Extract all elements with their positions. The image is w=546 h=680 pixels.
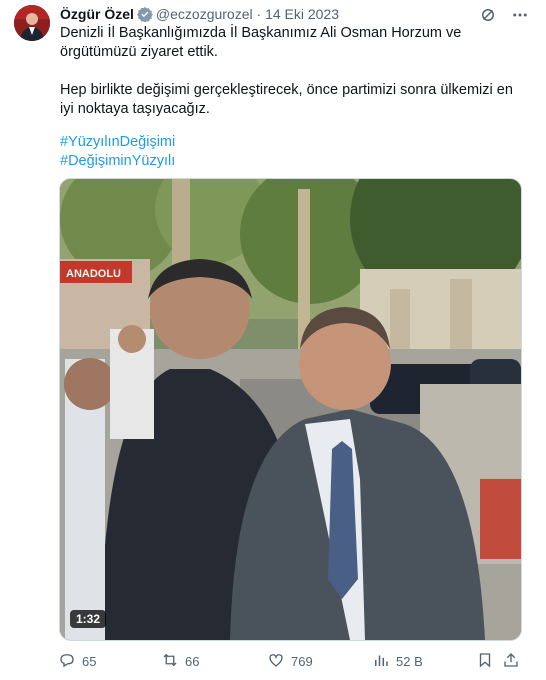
views-icon bbox=[372, 651, 390, 672]
bookmark-button[interactable] bbox=[476, 651, 494, 672]
share-button[interactable] bbox=[502, 651, 520, 672]
tweet-text: Denizli İl Başkanlığımızda İl Başkanımız… bbox=[60, 24, 530, 119]
signage-text: ANADOLU bbox=[66, 268, 121, 280]
repost-count: 66 bbox=[185, 654, 200, 669]
tweet-actions: 65 66 769 52 B bbox=[58, 651, 528, 671]
tweet-date[interactable]: 14 Eki 2023 bbox=[265, 6, 339, 22]
video-thumbnail: ANADOLU bbox=[60, 179, 521, 640]
video-player[interactable]: ANADOLU 1:32 bbox=[59, 178, 522, 641]
tweet-card[interactable]: Özgür Özel @eczozgurozel · 14 Eki 2023 De… bbox=[0, 0, 546, 680]
like-count: 769 bbox=[291, 654, 313, 669]
top-actions bbox=[478, 5, 530, 25]
tweet-paragraph-2: Hep birlikte değişimi gerçekleştirecek, … bbox=[60, 82, 513, 117]
like-icon bbox=[267, 651, 285, 672]
bookmark-icon bbox=[476, 651, 494, 672]
reply-icon bbox=[58, 651, 76, 672]
hashtag-link[interactable]: #YüzyılınDeğişimi bbox=[60, 133, 175, 152]
views-count: 52 B bbox=[396, 654, 423, 669]
reply-button[interactable]: 65 bbox=[58, 651, 96, 672]
separator-dot: · bbox=[256, 6, 262, 22]
repost-button[interactable]: 66 bbox=[161, 651, 199, 672]
more-icon[interactable] bbox=[510, 5, 530, 25]
repost-icon bbox=[161, 651, 179, 672]
tweet-header: Özgür Özel @eczozgurozel · 14 Eki 2023 bbox=[60, 6, 339, 26]
author-handle[interactable]: @eczozgurozel bbox=[156, 6, 253, 22]
grok-icon[interactable] bbox=[478, 5, 498, 25]
video-duration: 1:32 bbox=[70, 610, 107, 628]
views-button[interactable]: 52 B bbox=[372, 651, 423, 672]
author-name[interactable]: Özgür Özel bbox=[60, 6, 134, 22]
verified-badge-icon bbox=[136, 6, 153, 26]
share-icon bbox=[502, 651, 520, 672]
tweet-paragraph-1: Denizli İl Başkanlığımızda İl Başkanımız… bbox=[60, 25, 462, 60]
avatar[interactable] bbox=[14, 5, 50, 41]
hashtag-list: #YüzyılınDeğişimi #DeğişiminYüzyılı bbox=[60, 133, 175, 171]
hashtag-link[interactable]: #DeğişiminYüzyılı bbox=[60, 152, 175, 171]
like-button[interactable]: 769 bbox=[267, 651, 313, 672]
reply-count: 65 bbox=[82, 654, 97, 669]
